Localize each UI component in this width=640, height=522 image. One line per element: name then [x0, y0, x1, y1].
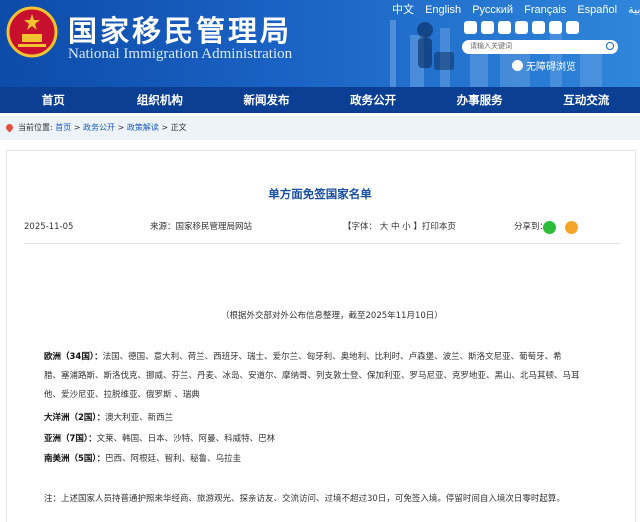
article-footnote: 注：上述国家人员持普通护照来华经商、旅游观光、探亲访友、交流访问、过境不超过30…: [44, 494, 565, 504]
search-icon[interactable]: [606, 42, 614, 50]
asia-paragraph: 亚洲（7国）：文莱、韩国、日本、沙特、阿曼、科威特、巴林: [44, 432, 275, 444]
lang-fr[interactable]: Français: [524, 4, 566, 16]
lang-ru[interactable]: Русский: [472, 4, 513, 16]
font-medium[interactable]: 中: [391, 222, 400, 232]
nav-news[interactable]: 新闻发布: [213, 87, 320, 113]
samerica-list: 巴西、阿根廷、智利、秘鲁、乌拉圭: [105, 454, 242, 464]
article-note: （根据外交部对外公布信息整理，截至2025年11月10日）: [221, 311, 443, 321]
article-date: 2025-11-05: [24, 222, 74, 232]
wechat-icon[interactable]: [481, 21, 494, 34]
font-large[interactable]: 大: [380, 222, 389, 232]
main-nav: 首页 组织机构 新闻发布 政务公开 办事服务 互动交流: [0, 87, 640, 113]
location-icon: [4, 122, 15, 133]
share-wechat-icon[interactable]: [543, 221, 556, 234]
site-title[interactable]: 国家移民管理局: [68, 8, 292, 50]
breadcrumb-public-affairs[interactable]: 政务公开: [83, 123, 115, 132]
social-links: [464, 21, 579, 34]
print-link[interactable]: 】打印本页: [413, 222, 456, 232]
oceania-list: 澳大利亚、新西兰: [105, 413, 174, 423]
nav-home[interactable]: 首页: [0, 87, 107, 113]
accessibility-label: 无障碍浏览: [526, 62, 576, 73]
samerica-paragraph: 南美洲（5国）：巴西、阿根廷、智利、秘鲁、乌拉圭: [44, 452, 241, 464]
breadcrumb-policy[interactable]: 政策解读: [127, 123, 159, 132]
site-subtitle: National Immigration Administration: [68, 46, 293, 62]
toutiao-icon[interactable]: [532, 21, 545, 34]
font-small[interactable]: 小: [402, 222, 411, 232]
samerica-label: 南美洲（5国）：: [44, 454, 106, 464]
tiktok-icon[interactable]: [515, 21, 528, 34]
asia-label: 亚洲（7国）：: [44, 434, 97, 444]
nav-services[interactable]: 办事服务: [426, 87, 533, 113]
search-placeholder: 请输入关键词: [470, 43, 512, 50]
bilibili-icon[interactable]: [566, 21, 579, 34]
lang-es[interactable]: Español: [577, 4, 617, 16]
lang-ar[interactable]: عربية: [628, 4, 640, 16]
lang-en[interactable]: English: [425, 4, 461, 16]
language-switcher: 中文 English Русский Français Español عربي…: [392, 1, 640, 17]
breadcrumb-home[interactable]: 首页: [55, 123, 71, 132]
accessibility-link[interactable]: 无障碍浏览: [512, 58, 576, 73]
breadcrumb-separator: >: [161, 123, 169, 132]
article-source: 来源：国家移民管理局网站: [150, 222, 253, 232]
breadcrumb-separator: >: [117, 123, 125, 132]
asia-list: 文莱、韩国、日本、沙特、阿曼、科威特、巴林: [96, 434, 276, 444]
europe-paragraph-line2: 腊、塞浦路斯、斯洛伐克、挪威、芬兰、丹麦、冰岛、安道尔、摩纳哥、列支敦士登、保加…: [44, 371, 580, 381]
oceania-label: 大洋洲（2国）：: [44, 413, 106, 423]
article-meta: 2025-11-05 来源：国家移民管理局网站 【字体： 大 中 小 】打印本页…: [24, 215, 620, 239]
site-header: 国家移民管理局 National Immigration Administrat…: [0, 0, 640, 87]
europe-label: 欧洲（34国）：: [44, 352, 103, 362]
font-label: 【字体：: [343, 222, 378, 232]
search-input[interactable]: 请输入关键词: [462, 40, 618, 54]
app-icon[interactable]: [498, 21, 511, 34]
font-size-controls: 【字体： 大 中 小 】打印本页: [343, 215, 456, 239]
article-title: 单方面免签国家名单: [268, 187, 372, 201]
national-emblem-icon: [6, 6, 58, 58]
lang-zh[interactable]: 中文: [392, 4, 414, 16]
oceania-paragraph: 大洋洲（2国）：澳大利亚、新西兰: [44, 411, 173, 423]
breadcrumb: 当前位置: 首页 > 政务公开 > 政策解读 > 正文: [0, 116, 640, 140]
breadcrumb-current: 正文: [170, 123, 187, 132]
breadcrumb-prefix: 当前位置:: [18, 123, 53, 132]
divider: [24, 243, 620, 244]
article-container: [6, 150, 636, 522]
share-weibo-icon[interactable]: [565, 221, 578, 234]
breadcrumb-separator: >: [73, 123, 81, 132]
accessibility-icon: [512, 60, 523, 71]
nav-public-affairs[interactable]: 政务公开: [320, 87, 427, 113]
nav-organization[interactable]: 组织机构: [107, 87, 214, 113]
europe-list: 法国、德国、意大利、荷兰、西班牙、瑞士、爱尔兰、匈牙利、奥地利、比利时、卢森堡、…: [102, 352, 562, 362]
nav-interaction[interactable]: 互动交流: [533, 87, 640, 113]
europe-paragraph-line3: 他、爱沙尼亚、拉脱维亚、俄罗斯 、瑞典: [44, 390, 200, 400]
weibo-icon[interactable]: [464, 21, 477, 34]
europe-paragraph-line1: 欧洲（34国）：法国、德国、意大利、荷兰、西班牙、瑞士、爱尔兰、匈牙利、奥地利、…: [44, 350, 562, 362]
kuaishou-icon[interactable]: [549, 21, 562, 34]
